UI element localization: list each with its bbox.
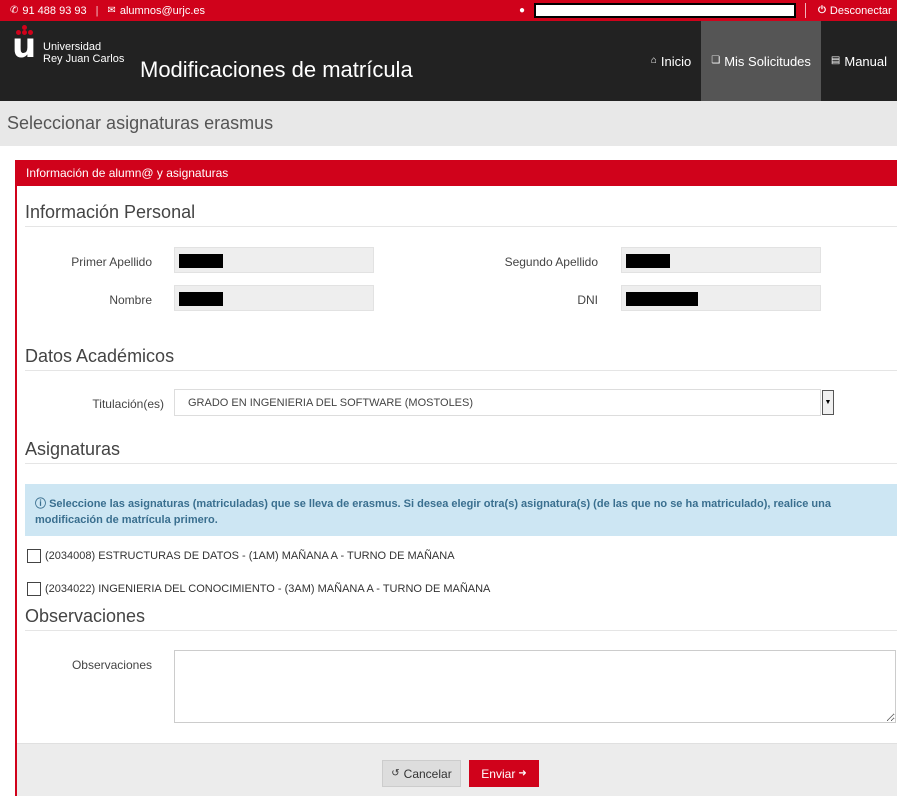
dropdown-arrow-icon[interactable]: ▼ — [822, 390, 834, 415]
back-arrow-icon: ↺ — [391, 767, 400, 779]
subject-checkbox[interactable] — [27, 582, 41, 596]
section-title-personal: Información Personal — [25, 202, 196, 222]
envelope-icon: ✉ — [107, 4, 116, 16]
cancel-button[interactable]: ↺ Cancelar — [382, 760, 461, 787]
logout-label: Desconectar — [829, 4, 892, 17]
subject-checkbox-row[interactable]: (2034022) INGENIERIA DEL CONOCIMIENTO - … — [27, 582, 490, 596]
second-surname-field[interactable] — [621, 247, 821, 273]
navbar: u Universidad Rey Juan Carlos Modificaci… — [0, 21, 897, 101]
files-icon: ❏ — [711, 55, 721, 66]
user-info: ● — [519, 3, 797, 18]
form-actions: ↺ Cancelar Enviar ➜ — [17, 743, 897, 796]
phone-icon: ✆ — [10, 4, 19, 16]
button-label: Cancelar — [403, 766, 452, 781]
nav-item-requests[interactable]: ❏ Mis Solicitudes — [701, 21, 821, 101]
student-info-panel: Información de alumn@ y asignaturas Info… — [15, 160, 897, 796]
divider — [25, 463, 897, 464]
top-bar: ✆ 91 488 93 93 | ✉ alumnos@urjc.es ● ⏻ Des… — [0, 0, 897, 21]
redacted-username — [534, 3, 797, 18]
user-icon: ● — [519, 4, 526, 16]
degree-select[interactable]: GRADO EN INGENIERIA DEL SOFTWARE (MOSTOL… — [174, 389, 834, 416]
email-contact[interactable]: ✉ alumnos@urjc.es — [107, 5, 205, 17]
main-nav: ⌂ Inicio ❏ Mis Solicitudes ▤ Manual — [641, 21, 897, 101]
book-icon: ▤ — [830, 55, 841, 66]
nav-label: Manual — [844, 53, 887, 69]
dni-label: DNI — [577, 293, 598, 307]
university-logo[interactable]: u Universidad Rey Juan Carlos — [12, 25, 125, 66]
degree-label: Titulación(es) — [92, 397, 164, 411]
nav-item-manual[interactable]: ▤ Manual — [821, 21, 897, 101]
section-title-academic: Datos Académicos — [25, 346, 175, 366]
phone-number: 91 488 93 93 — [22, 4, 87, 17]
observations-label: Observaciones — [71, 658, 152, 672]
info-alert: ⓘ Seleccione las asignaturas (matriculad… — [25, 484, 897, 536]
university-name: Universidad Rey Juan Carlos — [43, 41, 125, 65]
info-text: Seleccione las asignaturas (matriculadas… — [35, 498, 831, 526]
name-label: Nombre — [109, 293, 152, 307]
email-address: alumnos@urjc.es — [119, 4, 206, 17]
subject-label: (2034008) ESTRUCTURAS DE DATOS - (1AM) M… — [45, 550, 455, 562]
page-title: Seleccionar asignaturas erasmus — [0, 101, 897, 146]
section-title-observations: Observaciones — [25, 606, 146, 626]
name-field[interactable] — [174, 285, 374, 311]
divider: | — [95, 4, 99, 17]
subject-checkbox[interactable] — [27, 549, 41, 563]
redacted-value — [626, 292, 698, 306]
section-title-subjects: Asignaturas — [25, 439, 121, 459]
redacted-value — [179, 254, 223, 268]
contact-info: ✆ 91 488 93 93 | ✉ alumnos@urjc.es — [0, 5, 205, 17]
forward-arrow-icon: ➜ — [518, 767, 527, 779]
phone-contact[interactable]: ✆ 91 488 93 93 — [10, 5, 87, 17]
panel-title: Información de alumn@ y asignaturas — [17, 160, 897, 186]
subject-label: (2034022) INGENIERIA DEL CONOCIMIENTO - … — [45, 583, 491, 595]
app-title: Modificaciones de matrícula — [140, 57, 413, 82]
divider — [805, 3, 806, 18]
divider — [25, 630, 897, 631]
home-icon: ⌂ — [650, 55, 657, 66]
nav-item-home[interactable]: ⌂ Inicio — [641, 21, 701, 101]
subject-checkbox-row[interactable]: (2034008) ESTRUCTURAS DE DATOS - (1AM) M… — [27, 549, 455, 563]
redacted-value — [179, 292, 223, 306]
redacted-value — [626, 254, 670, 268]
info-icon: ⓘ — [35, 498, 50, 510]
send-button[interactable]: Enviar ➜ — [469, 760, 539, 787]
urjc-logo-mark: u — [12, 25, 37, 66]
power-icon: ⏻ — [818, 4, 826, 16]
divider — [25, 226, 897, 227]
first-surname-field[interactable] — [174, 247, 374, 273]
logout-link[interactable]: ⏻ Desconectar — [818, 0, 892, 21]
second-surname-label: Segundo Apellido — [504, 255, 598, 269]
degree-value: GRADO EN INGENIERIA DEL SOFTWARE (MOSTOL… — [188, 396, 474, 409]
first-surname-label: Primer Apellido — [71, 255, 152, 269]
button-label: Enviar — [481, 766, 516, 781]
nav-label: Inicio — [660, 53, 692, 69]
observations-textarea[interactable] — [174, 650, 896, 723]
nav-label: Mis Solicitudes — [724, 53, 811, 69]
divider — [25, 370, 897, 371]
dni-field[interactable] — [621, 285, 821, 311]
